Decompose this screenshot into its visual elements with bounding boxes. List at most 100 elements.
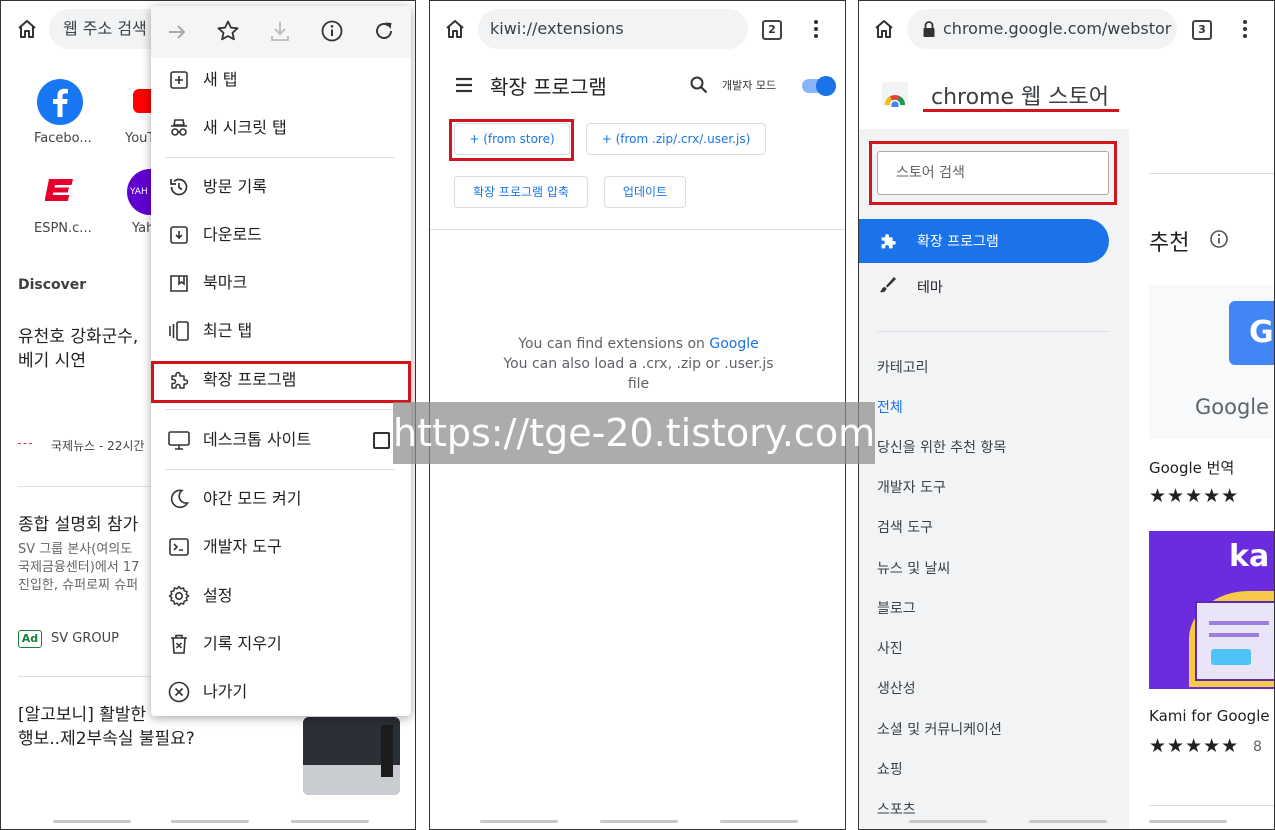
browser-panel-menu: 웹 주소 검색 Facebo... YouT ESPN.c... YAH Yah…: [0, 0, 416, 830]
search-icon[interactable]: [689, 75, 709, 95]
news-description-line: 국제금융센터)에서 17: [18, 560, 140, 575]
info-icon[interactable]: [320, 19, 344, 43]
category-item[interactable]: 개발자 도구: [877, 477, 946, 497]
menu-item-recent-tabs[interactable]: 최근 탭: [151, 307, 411, 355]
title-underline: [923, 109, 1119, 112]
home-icon[interactable]: [443, 17, 467, 41]
more-vert-icon[interactable]: [1233, 17, 1257, 41]
menu-item-label: 야간 모드 켜기: [203, 489, 302, 508]
divider: [18, 676, 153, 677]
home-icon[interactable]: [15, 17, 39, 41]
new-tab-icon: [167, 68, 191, 92]
google-link[interactable]: Google: [709, 336, 758, 352]
add-from-file-button[interactable]: + (from .zip/.crx/.user.js): [586, 123, 766, 155]
tab-switcher-button[interactable]: 3: [1192, 20, 1212, 40]
menu-item-label: 방문 기록: [203, 177, 267, 196]
menu-divider: [165, 409, 395, 410]
downloads-icon: [167, 223, 191, 247]
update-button[interactable]: 업데이트: [604, 176, 686, 208]
news-description-line: 진입한, 슈퍼로찌 슈퍼: [18, 578, 139, 593]
nav-handle: [909, 820, 987, 823]
news-title-line: 베기 시연: [18, 351, 86, 371]
menu-item-incognito-tab[interactable]: 새 시크릿 탭: [151, 104, 411, 152]
menu-item-night-mode[interactable]: 야간 모드 켜기: [151, 475, 411, 523]
page-title: 확장 프로그램: [490, 75, 607, 99]
menu-item-settings[interactable]: 설정: [151, 572, 411, 620]
more-vert-icon[interactable]: [804, 17, 828, 41]
puzzle-icon: [877, 230, 899, 252]
advertiser-name: SV GROUP: [51, 631, 119, 646]
category-item[interactable]: 전체: [877, 397, 903, 417]
extension-name[interactable]: Google 번역: [1149, 457, 1234, 478]
ad-badge: Ad: [18, 630, 42, 648]
browser-panel-webstore: chrome.google.com/webstor 3 chrome 웹 스토어…: [858, 0, 1275, 830]
home-icon[interactable]: [872, 17, 896, 41]
info-icon[interactable]: [1209, 229, 1229, 249]
news-source: 국제뉴스 - 22시간: [51, 439, 145, 453]
message-text: You can find extensions on: [518, 336, 710, 352]
category-item[interactable]: 스포츠: [877, 799, 916, 819]
category-item[interactable]: 생산성: [877, 678, 916, 698]
tab-switcher-button[interactable]: 2: [762, 20, 782, 40]
menu-item-new-tab[interactable]: 새 탭: [151, 56, 411, 104]
dev-mode-toggle[interactable]: [802, 76, 836, 96]
category-item[interactable]: 블로그: [877, 598, 916, 618]
menu-item-exit[interactable]: 나가기: [151, 668, 411, 716]
espn-icon[interactable]: [44, 175, 75, 205]
menu-item-clear-history[interactable]: 기록 지우기: [151, 620, 411, 668]
nav-handle: [1149, 820, 1227, 823]
lock-icon: [921, 20, 937, 38]
rating-count: 8: [1253, 739, 1262, 755]
menu-item-bookmarks[interactable]: 북마크: [151, 259, 411, 307]
menu-item-downloads[interactable]: 다운로드: [151, 211, 411, 259]
chrome-webstore-logo-icon[interactable]: [881, 81, 909, 107]
menu-divider: [165, 469, 395, 470]
desktop-icon: [167, 428, 191, 452]
category-item[interactable]: 검색 도구: [877, 517, 933, 537]
highlight-box: [151, 361, 411, 403]
address-bar[interactable]: chrome.google.com/webstor: [907, 9, 1177, 49]
news-title[interactable]: 유천호 강화군수, 베기 시연: [18, 325, 138, 373]
kami-card-image[interactable]: ka: [1149, 531, 1274, 689]
watermark: https://tge-20.tistory.com: [393, 402, 875, 464]
menu-item-history[interactable]: 방문 기록: [151, 163, 411, 211]
desktop-site-checkbox[interactable]: [373, 432, 390, 449]
star-icon[interactable]: [216, 19, 240, 43]
forward-icon[interactable]: [165, 20, 189, 44]
hamburger-menu-icon[interactable]: [453, 74, 475, 96]
menu-item-label: 북마크: [203, 273, 248, 292]
nav-item-label: 확장 프로그램: [917, 234, 999, 250]
news-title-line: 행보..제2부속실 불필요?: [18, 729, 195, 749]
yahoo-icon[interactable]: YAH: [127, 169, 151, 215]
google-translate-card-image[interactable]: G Google T: [1149, 285, 1274, 439]
history-icon: [167, 175, 191, 199]
recent-tabs-icon: [167, 319, 191, 343]
empty-state-message: You can find extensions on Google You ca…: [470, 334, 807, 394]
category-item[interactable]: 소셜 및 커뮤니케이션: [877, 719, 1002, 739]
news-description-line: SV 그룹 본사(여의도: [18, 542, 133, 557]
category-item[interactable]: 당신을 위한 추천 항목: [877, 437, 1006, 457]
download-icon[interactable]: [268, 19, 292, 43]
bookmarks-icon: [167, 271, 191, 295]
nav-item-label: 테마: [917, 280, 943, 296]
menu-item-developer-tools[interactable]: 개발자 도구: [151, 523, 411, 571]
category-item[interactable]: 사진: [877, 638, 903, 658]
category-item[interactable]: 쇼핑: [877, 759, 903, 779]
menu-item-desktop-site[interactable]: 데스크톱 사이트: [151, 416, 411, 464]
news-title[interactable]: 종합 설명회 참가: [18, 513, 138, 537]
category-item[interactable]: 뉴스 및 날씨: [877, 558, 950, 578]
recommended-heading: 추천: [1149, 231, 1190, 256]
message-line: You can find extensions on Google: [470, 334, 807, 354]
brush-icon: [877, 275, 897, 295]
address-bar[interactable]: kiwi://extensions: [478, 9, 748, 49]
refresh-icon[interactable]: [372, 19, 396, 43]
recommended-section: 추천 G Google T Google 번역 ★★★★★ ka Kami fo…: [1129, 129, 1274, 829]
pack-extension-button[interactable]: 확장 프로그램 압축: [454, 176, 588, 208]
facebook-icon[interactable]: [37, 79, 83, 125]
nav-item-themes[interactable]: 테마: [859, 263, 1109, 307]
nav-item-extensions[interactable]: 확장 프로그램: [859, 219, 1109, 263]
extension-name[interactable]: Kami for Google: [1149, 707, 1270, 725]
nav-handle: [1029, 820, 1107, 823]
news-thumbnail[interactable]: [303, 717, 400, 795]
menu-item-label: 데스크톱 사이트: [203, 430, 312, 449]
